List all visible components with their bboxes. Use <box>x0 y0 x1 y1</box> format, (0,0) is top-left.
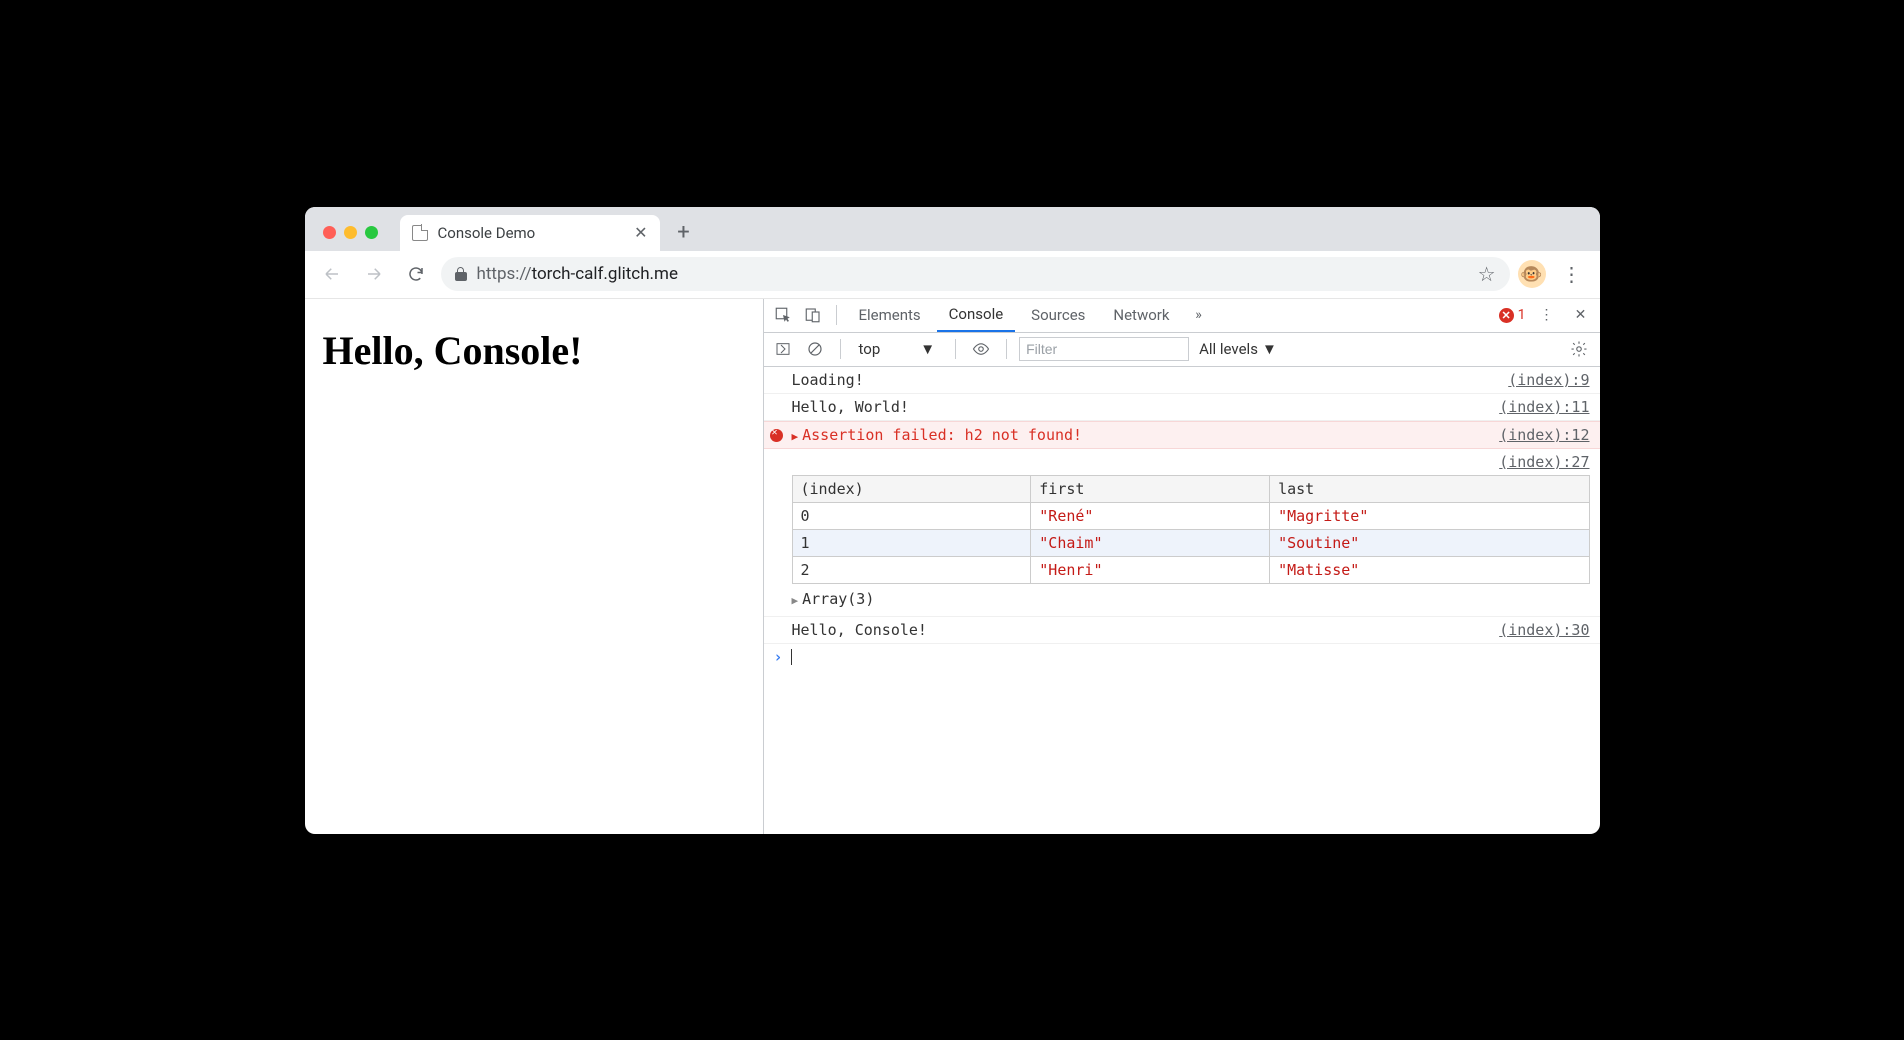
minimize-window-button[interactable] <box>344 226 357 239</box>
clear-icon <box>807 341 823 357</box>
url-text: https://torch-calf.glitch.me <box>477 264 1468 284</box>
error-count: 1 <box>1518 307 1526 323</box>
expand-triangle-icon: ▶ <box>792 594 799 607</box>
log-source-link[interactable]: (index):27 <box>792 449 1590 475</box>
device-icon <box>804 306 822 324</box>
table-row-data: 1 "Chaim" "Soutine" <box>792 529 1589 556</box>
profile-avatar[interactable]: 🐵 <box>1518 260 1546 288</box>
chevron-down-icon: ▼ <box>1262 340 1277 358</box>
log-source-link[interactable]: (index):9 <box>1508 371 1589 389</box>
device-mode-button[interactable] <box>800 302 826 328</box>
eye-icon <box>972 340 990 358</box>
clear-console-button[interactable] <box>802 336 828 362</box>
log-row: Loading! (index):9 <box>764 367 1600 394</box>
maximize-window-button[interactable] <box>365 226 378 239</box>
console-output: Loading! (index):9 Hello, World! (index)… <box>764 367 1600 834</box>
close-devtools-button[interactable]: ✕ <box>1568 302 1594 328</box>
inspect-button[interactable] <box>770 302 796 328</box>
tab-console[interactable]: Console <box>937 298 1016 332</box>
console-prompt[interactable]: › <box>764 644 1600 670</box>
chevron-down-icon: ▼ <box>920 340 935 358</box>
live-expression-button[interactable] <box>968 336 994 362</box>
arrow-left-icon <box>323 265 341 283</box>
error-count-badge[interactable]: ✕ 1 <box>1499 307 1526 323</box>
devtools-panel: Elements Console Sources Network » ✕ 1 ⋮… <box>763 299 1600 834</box>
back-button[interactable] <box>315 257 349 291</box>
separator <box>836 305 837 325</box>
console-settings-button[interactable] <box>1564 340 1594 358</box>
gear-icon <box>1570 340 1588 358</box>
page-viewport: Hello, Console! <box>305 299 763 834</box>
log-row: Hello, Console! (index):30 <box>764 617 1600 644</box>
page-heading: Hello, Console! <box>323 327 745 374</box>
log-levels-selector[interactable]: All levels ▼ <box>1195 340 1281 358</box>
log-message: Hello, Console! <box>792 621 1500 639</box>
log-source-link[interactable]: (index):12 <box>1499 426 1589 444</box>
filter-input[interactable] <box>1019 337 1189 361</box>
table-row-data: 0 "René" "Magritte" <box>792 502 1589 529</box>
lock-icon <box>455 267 467 281</box>
browser-window: Console Demo ✕ + https://torch-calf.glit… <box>305 207 1600 834</box>
log-source-link[interactable]: (index):11 <box>1499 398 1589 416</box>
context-selector[interactable]: top▼ <box>853 340 944 358</box>
devtools-tabbar: Elements Console Sources Network » ✕ 1 ⋮… <box>764 299 1600 333</box>
new-tab-button[interactable]: + <box>670 219 698 247</box>
tab-title: Console Demo <box>438 224 625 242</box>
log-source-link[interactable]: (index):30 <box>1499 621 1589 639</box>
window-controls <box>317 226 388 251</box>
log-message: ▶Assertion failed: h2 not found! <box>792 426 1500 444</box>
console-table: (index) first last 0 "René" "Magritte" <box>792 475 1590 584</box>
close-tab-button[interactable]: ✕ <box>634 223 647 242</box>
toggle-sidebar-button[interactable] <box>770 336 796 362</box>
log-message: Hello, World! <box>792 398 1500 416</box>
forward-button[interactable] <box>357 257 391 291</box>
tab-elements[interactable]: Elements <box>847 298 933 332</box>
browser-menu-button[interactable]: ⋮ <box>1554 262 1590 286</box>
reload-button[interactable] <box>399 257 433 291</box>
table-header[interactable]: last <box>1270 475 1589 502</box>
close-window-button[interactable] <box>323 226 336 239</box>
table-header[interactable]: (index) <box>792 475 1031 502</box>
prompt-caret-icon: › <box>774 648 783 666</box>
table-header[interactable]: first <box>1031 475 1270 502</box>
arrow-right-icon <box>365 265 383 283</box>
table-row: (index):27 (index) first last 0 <box>764 449 1600 617</box>
devtools-menu-button[interactable]: ⋮ <box>1534 302 1560 328</box>
tab-network[interactable]: Network <box>1101 298 1181 332</box>
sidebar-icon <box>775 341 791 357</box>
address-bar[interactable]: https://torch-calf.glitch.me ☆ <box>441 257 1510 291</box>
reload-icon <box>407 265 425 283</box>
log-message: Loading! <box>792 371 1509 389</box>
browser-tab[interactable]: Console Demo ✕ <box>400 215 660 251</box>
error-row: ▶Assertion failed: h2 not found! (index)… <box>764 421 1600 449</box>
tab-bar: Console Demo ✕ + <box>305 207 1600 251</box>
error-icon: ✕ <box>1499 308 1514 323</box>
more-tabs-button[interactable]: » <box>1185 302 1211 328</box>
file-icon <box>412 225 428 241</box>
expand-triangle-icon[interactable]: ▶ <box>792 430 799 443</box>
tab-sources[interactable]: Sources <box>1019 298 1097 332</box>
content-area: Hello, Console! Elements Console Sources… <box>305 299 1600 834</box>
console-toolbar: top▼ All levels ▼ <box>764 333 1600 367</box>
log-row: Hello, World! (index):11 <box>764 394 1600 421</box>
bookmark-button[interactable]: ☆ <box>1478 262 1496 286</box>
table-row-data: 2 "Henri" "Matisse" <box>792 556 1589 583</box>
browser-toolbar: https://torch-calf.glitch.me ☆ 🐵 ⋮ <box>305 251 1600 299</box>
text-cursor <box>791 649 792 665</box>
array-summary[interactable]: ▶Array(3) <box>792 584 1590 608</box>
inspect-icon <box>774 306 792 324</box>
